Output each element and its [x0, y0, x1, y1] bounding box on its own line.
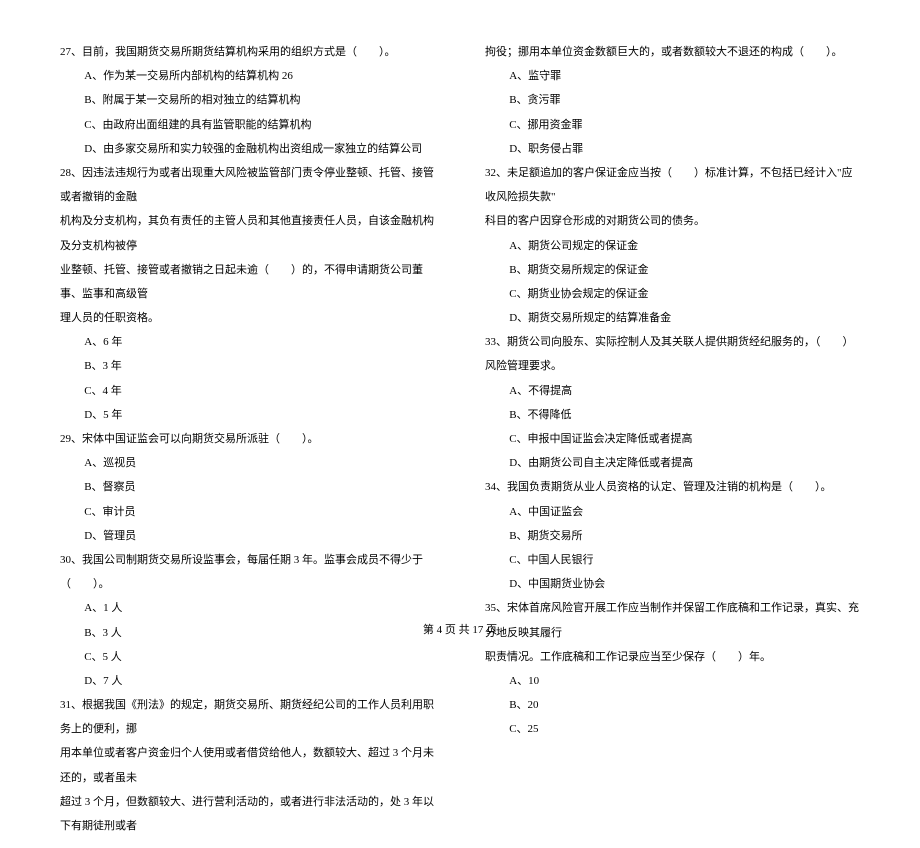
question-29: 29、宋体中国证监会可以向期货交易所派驻（ ）。 A、巡视员 B、督察员 C、审… — [60, 427, 435, 548]
question-27: 27、目前，我国期货交易所期货结算机构采用的组织方式是（ ）。 A、作为某一交易… — [60, 40, 435, 161]
right-column: 拘役；挪用本单位资金数额巨大的，或者数额较大不退还的构成（ ）。 A、监守罪 B… — [485, 40, 860, 838]
question-text: 30、我国公司制期货交易所设监事会，每届任期 3 年。监事会成员不得少于（ ）。 — [60, 548, 435, 596]
option-d: D、由多家交易所和实力较强的金融机构出资组成一家独立的结算公司 — [60, 137, 435, 161]
option-a: A、中国证监会 — [485, 500, 860, 524]
question-text-cont: 理人员的任职资格。 — [60, 306, 435, 330]
question-28: 28、因违法违规行为或者出现重大风险被监管部门责令停业整顿、托管、接管或者撤销的… — [60, 161, 435, 427]
option-b: B、不得降低 — [485, 403, 860, 427]
exam-page: 27、目前，我国期货交易所期货结算机构采用的组织方式是（ ）。 A、作为某一交易… — [0, 0, 920, 848]
option-a: A、6 年 — [60, 330, 435, 354]
question-text-cont: 机构及分支机构，其负有责任的主管人员和其他直接责任人员，自该金融机构及分支机构被… — [60, 209, 435, 257]
option-d: D、期货交易所规定的结算准备金 — [485, 306, 860, 330]
question-32: 32、未足额追加的客户保证金应当按（ ）标准计算，不包括已经计入"应收风险损失款… — [485, 161, 860, 330]
question-text-cont: 科目的客户因穿仓形成的对期货公司的债务。 — [485, 209, 860, 233]
question-text: 34、我国负责期货从业人员资格的认定、管理及注销的机构是（ ）。 — [485, 475, 860, 499]
question-text: 31、根据我国《刑法》的规定，期货交易所、期货经纪公司的工作人员利用职务上的便利… — [60, 693, 435, 741]
question-text: 27、目前，我国期货交易所期货结算机构采用的组织方式是（ ）。 — [60, 40, 435, 64]
option-a: A、不得提高 — [485, 379, 860, 403]
option-d: D、中国期货业协会 — [485, 572, 860, 596]
option-b: B、贪污罪 — [485, 88, 860, 112]
question-text: 28、因违法违规行为或者出现重大风险被监管部门责令停业整顿、托管、接管或者撤销的… — [60, 161, 435, 209]
option-a: A、巡视员 — [60, 451, 435, 475]
option-a: A、10 — [485, 669, 860, 693]
question-text-cont: 业整顿、托管、接管或者撤销之日起未逾（ ）的，不得申请期货公司董事、监事和高级管 — [60, 258, 435, 306]
question-text-cont: 拘役；挪用本单位资金数额巨大的，或者数额较大不退还的构成（ ）。 — [485, 40, 860, 64]
option-c: C、挪用资金罪 — [485, 113, 860, 137]
option-c: C、由政府出面组建的具有监管职能的结算机构 — [60, 113, 435, 137]
option-c: C、申报中国证监会决定降低或者提高 — [485, 427, 860, 451]
option-a: A、监守罪 — [485, 64, 860, 88]
question-text-cont: 职责情况。工作底稿和工作记录应当至少保存（ ）年。 — [485, 645, 860, 669]
option-c: C、4 年 — [60, 379, 435, 403]
option-b: B、3 年 — [60, 354, 435, 378]
option-c: C、审计员 — [60, 500, 435, 524]
question-text-cont: 用本单位或者客户资金归个人使用或者借贷给他人，数额较大、超过 3 个月未还的，或… — [60, 741, 435, 789]
option-d: D、7 人 — [60, 669, 435, 693]
question-text: 29、宋体中国证监会可以向期货交易所派驻（ ）。 — [60, 427, 435, 451]
question-31-cont: 拘役；挪用本单位资金数额巨大的，或者数额较大不退还的构成（ ）。 A、监守罪 B… — [485, 40, 860, 161]
option-b: B、督察员 — [60, 475, 435, 499]
option-d: D、职务侵占罪 — [485, 137, 860, 161]
option-b: B、20 — [485, 693, 860, 717]
option-b: B、附属于某一交易所的相对独立的结算机构 — [60, 88, 435, 112]
option-b: B、期货交易所规定的保证金 — [485, 258, 860, 282]
left-column: 27、目前，我国期货交易所期货结算机构采用的组织方式是（ ）。 A、作为某一交易… — [60, 40, 435, 838]
option-c: C、期货业协会规定的保证金 — [485, 282, 860, 306]
question-text: 32、未足额追加的客户保证金应当按（ ）标准计算，不包括已经计入"应收风险损失款… — [485, 161, 860, 209]
option-c: C、5 人 — [60, 645, 435, 669]
question-text: 33、期货公司向股东、实际控制人及其关联人提供期货经纪服务的，（ ）风险管理要求… — [485, 330, 860, 378]
question-text-cont: 超过 3 个月，但数额较大、进行营利活动的，或者进行非法活动的，处 3 年以下有… — [60, 790, 435, 838]
option-d: D、由期货公司自主决定降低或者提高 — [485, 451, 860, 475]
question-34: 34、我国负责期货从业人员资格的认定、管理及注销的机构是（ ）。 A、中国证监会… — [485, 475, 860, 596]
option-a: A、作为某一交易所内部机构的结算机构 26 — [60, 64, 435, 88]
option-d: D、5 年 — [60, 403, 435, 427]
option-c: C、中国人民银行 — [485, 548, 860, 572]
option-c: C、25 — [485, 717, 860, 741]
page-footer: 第 4 页 共 17 页 — [0, 618, 920, 642]
option-a: A、期货公司规定的保证金 — [485, 234, 860, 258]
option-d: D、管理员 — [60, 524, 435, 548]
option-b: B、期货交易所 — [485, 524, 860, 548]
question-31: 31、根据我国《刑法》的规定，期货交易所、期货经纪公司的工作人员利用职务上的便利… — [60, 693, 435, 838]
question-33: 33、期货公司向股东、实际控制人及其关联人提供期货经纪服务的，（ ）风险管理要求… — [485, 330, 860, 475]
